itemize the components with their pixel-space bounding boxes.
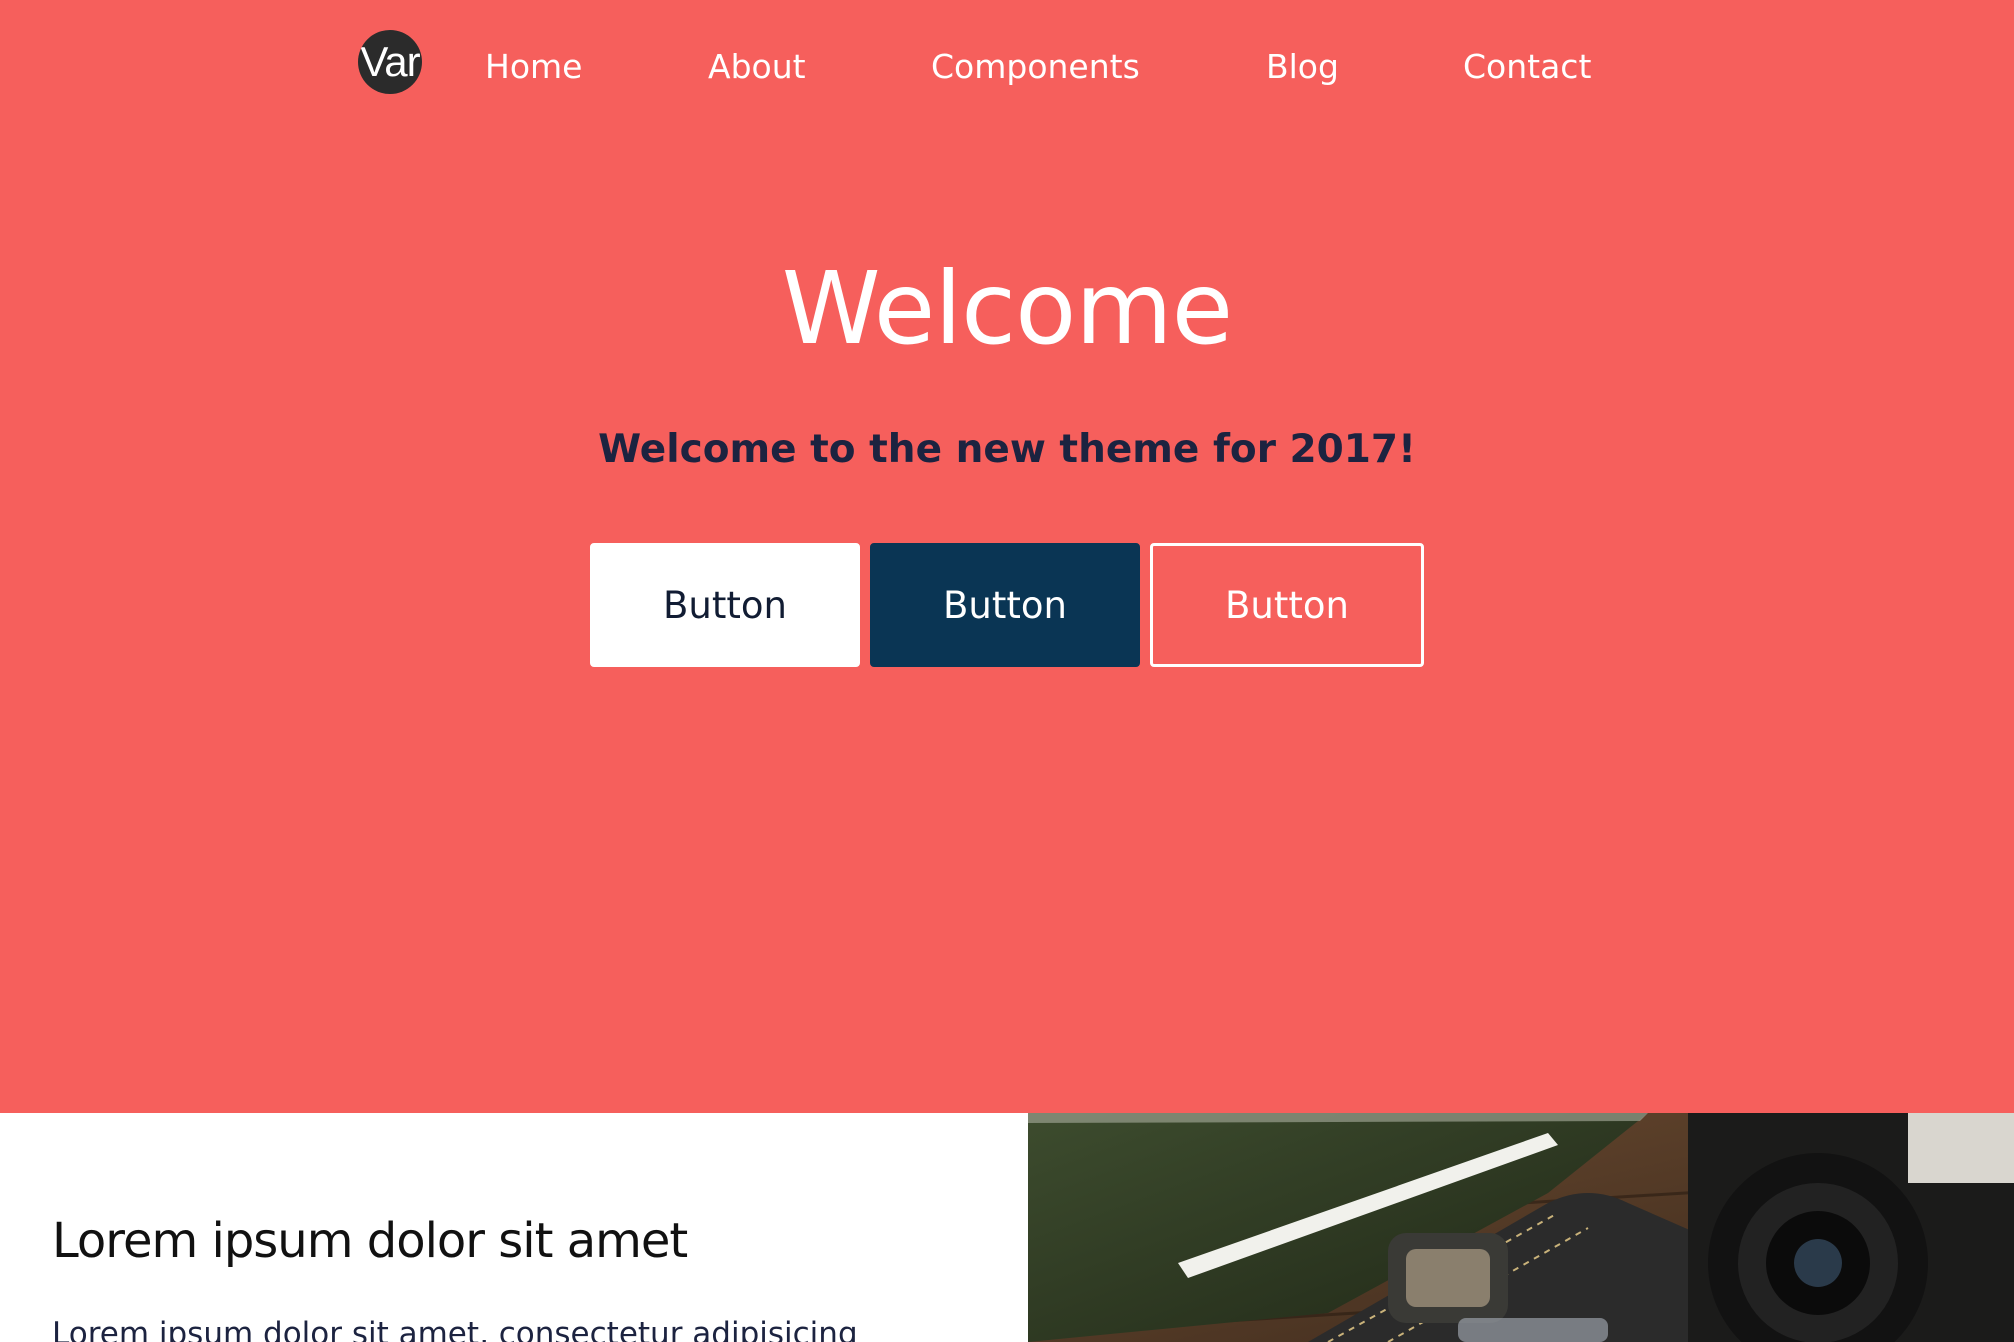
desk-photo-image	[1028, 1113, 2014, 1342]
hero-subtitle: Welcome to the new theme for 2017!	[598, 427, 1416, 472]
nav-item-components[interactable]: Components	[931, 42, 1140, 92]
main-nav: Home About Components Blog Contact	[0, 42, 2014, 92]
nav-item-home[interactable]: Home	[485, 42, 582, 92]
nav-item-about[interactable]: About	[708, 42, 806, 92]
feature-heading: Lorem ipsum dolor sit amet	[52, 1213, 688, 1269]
nav-item-contact[interactable]: Contact	[1463, 42, 1591, 92]
primary-button-dark[interactable]: Button	[870, 543, 1140, 667]
desk-photo-icon	[1028, 1113, 2014, 1342]
hero-section: Var Home About Components Blog Contact W…	[0, 0, 2014, 1113]
feature-text: Lorem ipsum dolor sit amet, consectetur …	[52, 1316, 858, 1342]
primary-button-white[interactable]: Button	[590, 543, 860, 667]
nav-item-blog[interactable]: Blog	[1266, 42, 1339, 92]
feature-section: Lorem ipsum dolor sit amet Lorem ipsum d…	[0, 1113, 1028, 1342]
hero-title: Welcome	[781, 250, 1233, 367]
outline-button[interactable]: Button	[1150, 543, 1424, 667]
